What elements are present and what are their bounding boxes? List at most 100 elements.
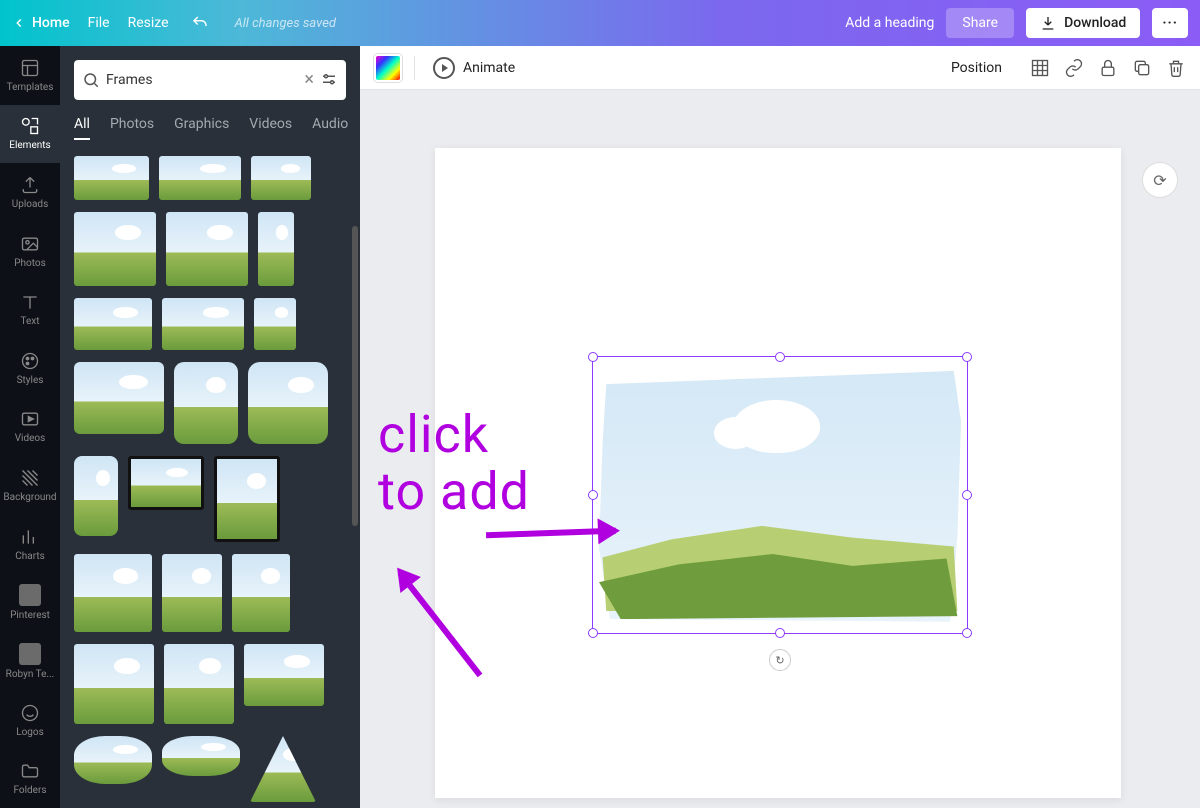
frame-thumb[interactable] [74, 362, 164, 434]
top-bar: Home File Resize All changes saved Add a… [0, 0, 1200, 46]
background-icon [20, 468, 40, 488]
frame-thumb[interactable] [162, 554, 222, 632]
color-picker-button[interactable] [374, 54, 402, 82]
frame-thumb[interactable] [214, 456, 280, 542]
frame-thumb[interactable] [254, 298, 296, 350]
resize-handle-mr[interactable] [962, 490, 972, 500]
position-button[interactable]: Position [951, 60, 1002, 76]
search-icon [82, 71, 100, 89]
rail-robyn[interactable]: Robyn Te... [0, 632, 60, 691]
frame-thumb[interactable] [74, 554, 152, 632]
transparency-icon[interactable] [1030, 58, 1050, 78]
tab-photos[interactable]: Photos [110, 110, 154, 140]
panel-tabs: All Photos Graphics Videos Audio [60, 110, 360, 148]
resize-handle-tm[interactable] [775, 352, 785, 362]
frame-thumb[interactable] [159, 156, 241, 200]
frame-thumb[interactable] [162, 736, 240, 776]
frame-thumb[interactable] [251, 156, 311, 200]
rail-elements[interactable]: Elements [0, 105, 60, 164]
styles-icon [20, 351, 40, 371]
download-icon [1040, 15, 1056, 31]
search-clear-button[interactable]: × [304, 71, 314, 89]
rail-elements-label: Elements [9, 140, 50, 151]
frame-thumb[interactable] [244, 644, 324, 706]
frame-thumb[interactable] [232, 554, 290, 632]
save-status: All changes saved [235, 16, 336, 31]
frame-thumb[interactable] [74, 156, 149, 200]
frame-thumb[interactable] [166, 212, 248, 286]
charts-icon [20, 527, 40, 547]
zoom-button[interactable]: ⟳ [1142, 162, 1178, 198]
text-icon [20, 292, 40, 312]
duplicate-icon[interactable] [1132, 58, 1152, 78]
frame-thumb[interactable] [74, 298, 152, 350]
resize-handle-ml[interactable] [588, 490, 598, 500]
uploads-icon [20, 175, 40, 195]
frame-thumb[interactable] [162, 298, 244, 350]
rail-pinterest[interactable]: Pinterest [0, 573, 60, 632]
rail-photos[interactable]: Photos [0, 222, 60, 281]
frame-thumb[interactable] [74, 644, 154, 724]
frame-thumb[interactable] [128, 456, 204, 510]
user-avatar-icon [19, 643, 41, 665]
resize-handle-tr[interactable] [962, 352, 972, 362]
left-rail: Templates Elements Uploads Photos Text S… [0, 46, 60, 808]
frames-grid[interactable] [60, 148, 360, 808]
canvas-stage[interactable]: ↻ click to add ⟳ [360, 90, 1200, 808]
frame-thumb[interactable] [74, 736, 152, 784]
rail-uploads[interactable]: Uploads [0, 163, 60, 222]
search-input[interactable] [106, 72, 298, 88]
tab-graphics[interactable]: Graphics [174, 110, 229, 140]
resize-handle-bm[interactable] [775, 628, 785, 638]
filter-icon[interactable] [320, 71, 338, 89]
frame-thumb[interactable] [258, 212, 294, 286]
templates-icon [20, 58, 40, 78]
resize-handle-bl[interactable] [588, 628, 598, 638]
lock-icon[interactable] [1098, 58, 1118, 78]
rail-text[interactable]: Text [0, 280, 60, 339]
rail-logos[interactable]: Logos [0, 691, 60, 750]
animate-label: Animate [463, 60, 515, 76]
photos-icon [20, 234, 40, 254]
folders-icon [20, 761, 40, 781]
frame-thumb[interactable] [174, 362, 238, 444]
tab-audio[interactable]: Audio [312, 110, 348, 140]
topbar-left: Home File Resize All changes saved [12, 14, 336, 32]
more-menu-button[interactable]: ··· [1152, 8, 1188, 38]
home-button[interactable]: Home [12, 15, 70, 31]
resize-handle-br[interactable] [962, 628, 972, 638]
rotate-handle[interactable]: ↻ [769, 649, 791, 671]
rail-videos[interactable]: Videos [0, 398, 60, 457]
add-heading-button[interactable]: Add a heading [845, 15, 934, 31]
selected-frame[interactable]: ↻ [592, 356, 968, 634]
rail-charts[interactable]: Charts [0, 515, 60, 574]
link-icon[interactable] [1064, 58, 1084, 78]
videos-icon [20, 409, 40, 429]
trash-icon[interactable] [1166, 58, 1186, 78]
tab-videos[interactable]: Videos [249, 110, 292, 140]
frame-thumb[interactable] [164, 644, 234, 724]
rail-background[interactable]: Background [0, 456, 60, 515]
search-row: × [60, 46, 360, 110]
elements-icon [20, 116, 40, 136]
share-button[interactable]: Share [946, 8, 1014, 38]
frame-thumb[interactable] [250, 736, 316, 802]
frame-thumb[interactable] [74, 212, 156, 286]
resize-menu[interactable]: Resize [128, 15, 169, 31]
frame-thumb[interactable] [248, 362, 328, 444]
frame-thumb[interactable] [74, 456, 118, 536]
topbar-right: Add a heading Share Download ··· [845, 8, 1188, 38]
download-button[interactable]: Download [1026, 8, 1140, 38]
rail-styles[interactable]: Styles [0, 339, 60, 398]
toolbar-right-icons [1030, 58, 1186, 78]
file-menu[interactable]: File [88, 15, 110, 31]
rail-styles-label: Styles [17, 375, 44, 386]
rail-templates[interactable]: Templates [0, 46, 60, 105]
tab-all[interactable]: All [74, 110, 90, 140]
rail-uploads-label: Uploads [12, 199, 48, 210]
resize-handle-tl[interactable] [588, 352, 598, 362]
panel-scrollbar[interactable] [352, 226, 358, 526]
undo-icon[interactable] [191, 14, 209, 32]
rail-folders[interactable]: Folders [0, 749, 60, 808]
animate-button[interactable]: Animate [427, 53, 521, 83]
